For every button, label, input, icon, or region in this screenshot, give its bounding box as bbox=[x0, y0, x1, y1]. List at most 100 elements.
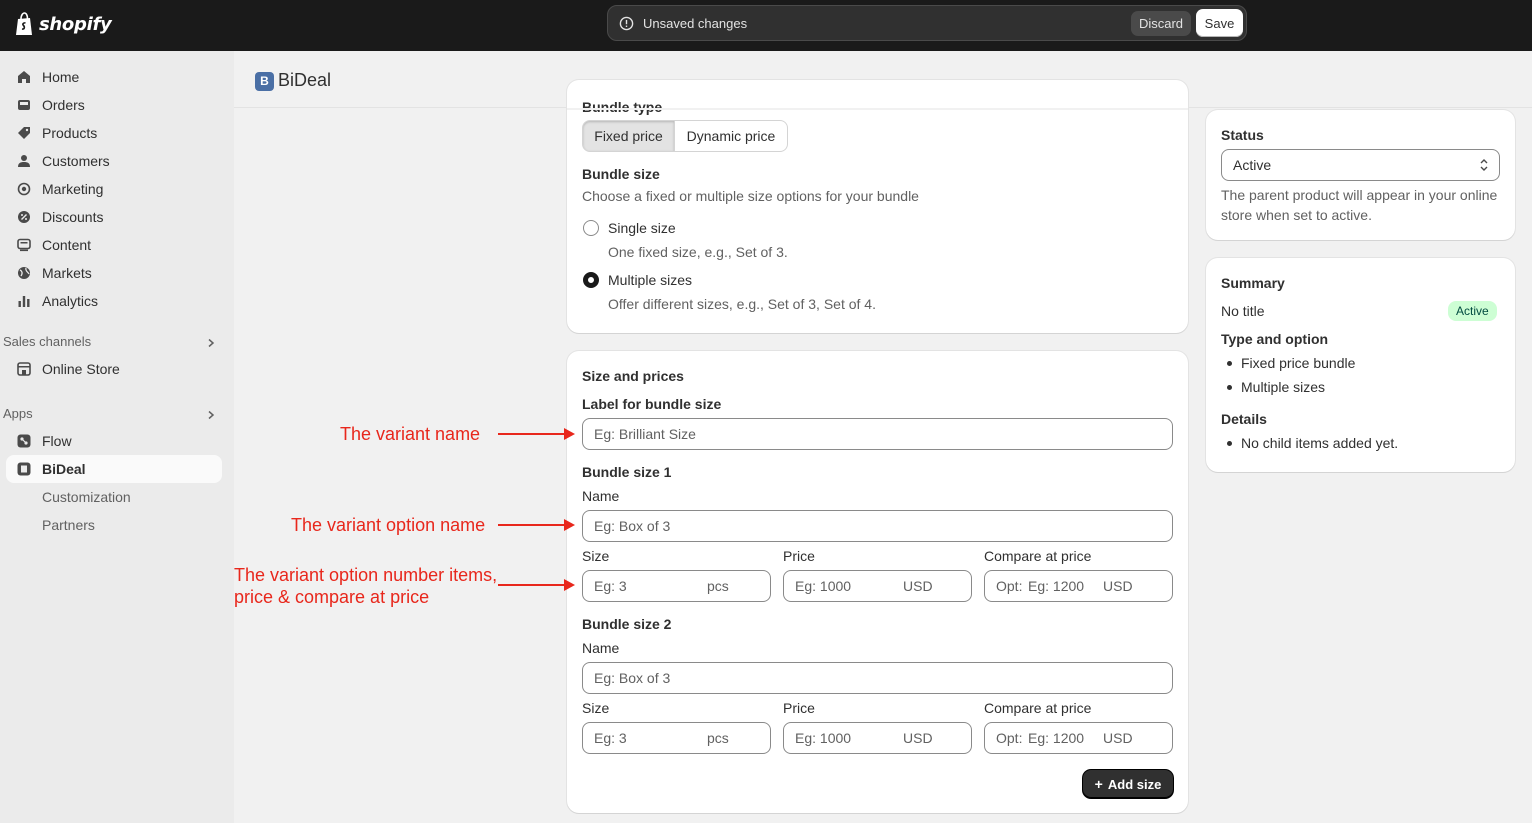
status-help-line-2: store when set to active. bbox=[1221, 207, 1372, 223]
multiple-sizes-label[interactable]: Multiple sizes bbox=[608, 272, 692, 288]
target-icon bbox=[17, 182, 31, 196]
store-icon bbox=[17, 362, 31, 376]
bundle-size-2-price-input[interactable]: Eg: 1000 USD bbox=[783, 722, 972, 754]
sidebar-item-label: Markets bbox=[42, 265, 92, 281]
sidebar: Home Orders Products Customers Marketing… bbox=[0, 51, 234, 823]
bundle-size-1-size-input[interactable]: Eg: 3 pcs bbox=[582, 570, 771, 602]
sidebar-item-label: Flow bbox=[42, 433, 72, 449]
name-label: Name bbox=[582, 640, 620, 656]
bundle-type-label: Bundle type bbox=[582, 99, 663, 115]
chevron-right-icon[interactable] bbox=[206, 338, 216, 348]
price-label: Price bbox=[783, 700, 815, 716]
sidebar-item-online-store[interactable]: Online Store bbox=[6, 355, 222, 383]
sidebar-item-label: Marketing bbox=[42, 181, 104, 197]
sidebar-item-bideal[interactable]: BiDeal bbox=[6, 455, 222, 483]
compare-at-price-label: Compare at price bbox=[984, 700, 1092, 716]
bullet bbox=[1227, 441, 1232, 446]
annotation-arrow bbox=[498, 519, 575, 531]
placeholder: Eg: 3 bbox=[594, 730, 627, 746]
placeholder: Eg: 3 bbox=[594, 578, 627, 594]
shopify-wordmark: shopify bbox=[39, 13, 112, 35]
single-size-label[interactable]: Single size bbox=[608, 220, 676, 236]
sidebar-item-products[interactable]: Products bbox=[6, 119, 222, 147]
annotation-variant-name: The variant name bbox=[340, 424, 481, 444]
sidebar-item-customers[interactable]: Customers bbox=[6, 147, 222, 175]
placeholder: Eg: 1200 bbox=[1028, 578, 1085, 594]
currency-suffix: USD bbox=[1103, 730, 1133, 746]
placeholder: Eg: Box of 3 bbox=[594, 670, 671, 686]
bullet bbox=[1227, 385, 1232, 390]
sidebar-item-flow[interactable]: Flow bbox=[6, 427, 222, 455]
bundle-size-1-price-input[interactable]: Eg: 1000 USD bbox=[783, 570, 972, 602]
placeholder: Eg: 1000 bbox=[795, 578, 852, 594]
sidebar-item-partners[interactable]: Partners bbox=[6, 511, 222, 539]
home-icon bbox=[18, 71, 30, 83]
sidebar-item-content[interactable]: Content bbox=[6, 231, 222, 259]
status-select[interactable]: Active bbox=[1221, 149, 1500, 181]
compare-at-price-label: Compare at price bbox=[984, 548, 1092, 564]
sidebar-item-customization[interactable]: Customization bbox=[6, 483, 222, 511]
discard-button[interactable]: Discard bbox=[1131, 11, 1191, 36]
sidebar-item-analytics[interactable]: Analytics bbox=[6, 287, 222, 315]
price-label: Price bbox=[783, 548, 815, 564]
top-bar: shopify Unsaved changes Discard Save bbox=[0, 0, 1532, 51]
name-label: Name bbox=[582, 488, 620, 504]
dynamic-price-toggle[interactable]: Dynamic price bbox=[674, 120, 788, 152]
bundle-size-1-compare-input[interactable]: Opt: Eg: 1200 USD bbox=[984, 570, 1173, 602]
optional-prefix: Opt: bbox=[996, 578, 1023, 594]
multiple-sizes-radio[interactable] bbox=[583, 272, 599, 288]
placeholder: Eg: Box of 3 bbox=[594, 518, 671, 534]
bundle-size-title: Bundle size bbox=[582, 166, 660, 182]
bundle-size-1-title: Bundle size 1 bbox=[582, 464, 672, 480]
single-size-radio[interactable] bbox=[583, 220, 599, 236]
single-size-description: One fixed size, e.g., Set of 3. bbox=[608, 244, 788, 260]
save-button[interactable]: Save bbox=[1196, 9, 1243, 37]
bundle-size-2-compare-input[interactable]: Opt: Eg: 1200 USD bbox=[984, 722, 1173, 754]
tag-icon bbox=[18, 127, 30, 139]
fixed-price-toggle[interactable]: Fixed price bbox=[582, 120, 675, 152]
shopify-logo[interactable]: shopify bbox=[14, 12, 112, 36]
content-icon bbox=[17, 238, 31, 252]
size-label: Size bbox=[582, 548, 610, 564]
sidebar-item-label: Customers bbox=[42, 153, 110, 169]
unit-suffix: pcs bbox=[707, 730, 729, 746]
sidebar-item-label: BiDeal bbox=[42, 461, 86, 477]
bundle-size-description: Choose a fixed or multiple size options … bbox=[582, 188, 919, 204]
page-title: BiDeal bbox=[278, 70, 332, 90]
sidebar-item-orders[interactable]: Orders bbox=[6, 91, 222, 119]
add-size-button[interactable]: + Add size bbox=[1083, 770, 1173, 798]
inbox-icon bbox=[18, 100, 30, 110]
currency-suffix: USD bbox=[903, 730, 933, 746]
discount-icon bbox=[18, 211, 30, 223]
size-label: Size bbox=[582, 700, 610, 716]
status-badge: Active bbox=[1448, 301, 1497, 321]
summary-title: Summary bbox=[1221, 275, 1285, 291]
annotation-variant-option-name: The variant option name bbox=[291, 515, 486, 535]
bideal-app-icon bbox=[17, 462, 31, 476]
sidebar-item-label: Customization bbox=[42, 489, 131, 505]
apps-label: Apps bbox=[3, 406, 33, 421]
size-and-prices-title: Size and prices bbox=[582, 368, 684, 384]
annotation-variant-items-line-2: price & compare at price bbox=[234, 587, 430, 607]
bundle-size-1-name-input[interactable]: Eg: Box of 3 bbox=[582, 510, 1173, 542]
annotation-arrow bbox=[498, 579, 575, 591]
sidebar-item-label: Discounts bbox=[42, 209, 104, 225]
summary-product-title: No title bbox=[1221, 303, 1265, 319]
bundle-size-label-input[interactable]: Eg: Brilliant Size bbox=[582, 418, 1173, 450]
currency-suffix: USD bbox=[1103, 578, 1133, 594]
sidebar-item-marketing[interactable]: Marketing bbox=[6, 175, 222, 203]
bundle-size-2-name-input[interactable]: Eg: Box of 3 bbox=[582, 662, 1173, 694]
sidebar-item-discounts[interactable]: Discounts bbox=[6, 203, 222, 231]
summary-list-item: Fixed price bundle bbox=[1241, 355, 1356, 371]
bundle-size-2-size-input[interactable]: Eg: 3 pcs bbox=[582, 722, 771, 754]
sidebar-item-home[interactable]: Home bbox=[6, 63, 222, 91]
alert-circle-icon bbox=[619, 16, 634, 31]
chevron-right-icon[interactable] bbox=[206, 410, 216, 420]
sidebar-item-label: Products bbox=[42, 125, 98, 141]
bundle-size-2-title: Bundle size 2 bbox=[582, 616, 672, 632]
status-select-value: Active bbox=[1233, 157, 1272, 173]
sidebar-item-label: Content bbox=[42, 237, 92, 253]
shopify-bag-icon bbox=[16, 12, 32, 35]
unsaved-changes-text: Unsaved changes bbox=[643, 16, 748, 31]
sidebar-item-markets[interactable]: Markets bbox=[6, 259, 222, 287]
